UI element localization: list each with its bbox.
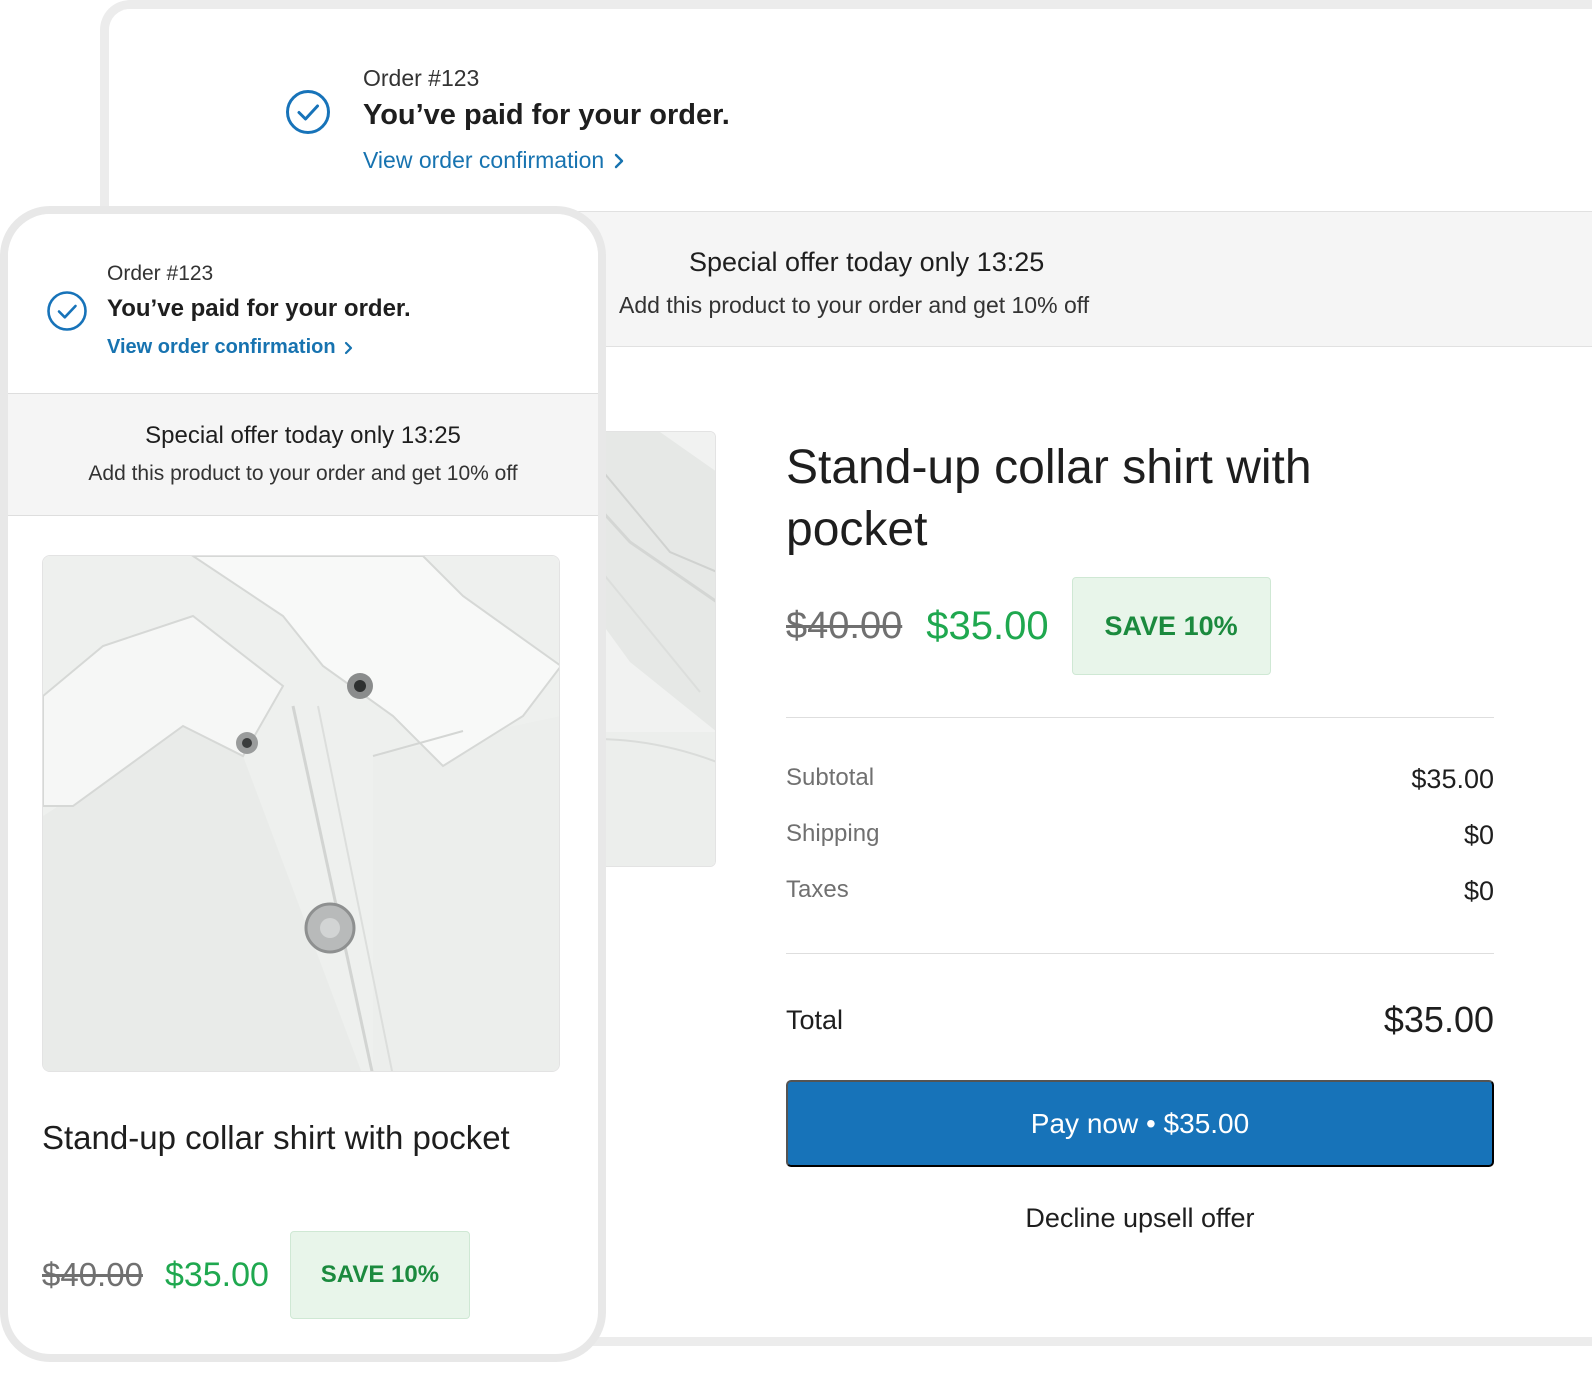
view-order-confirmation-link[interactable]: View order confirmation [363, 147, 624, 174]
product-image [42, 555, 560, 1072]
divider [786, 717, 1494, 718]
order-number: Order #123 [363, 65, 480, 91]
save-badge: SAVE 10% [1071, 577, 1271, 675]
decline-upsell-link[interactable]: Decline upsell offer [786, 1203, 1494, 1234]
subtotal-label: Subtotal [786, 764, 875, 791]
subtotal-value: $35.00 [1411, 764, 1494, 794]
price-row: $40.00 $35.00 SAVE 10% [786, 577, 1271, 675]
total-label: Total [786, 1004, 844, 1035]
original-price: $40.00 [786, 604, 903, 647]
shipping-label: Shipping [786, 820, 880, 847]
paid-message: You’ve paid for your order. [363, 99, 730, 131]
product-title: Stand-up collar shirt with pocket [786, 441, 1312, 556]
product-title: Stand-up collar shirt with pocket [42, 1119, 510, 1156]
taxes-value: $0 [1463, 876, 1494, 906]
paid-message: You’ve paid for your order. [107, 295, 411, 322]
total-value: $35.00 [1383, 999, 1494, 1040]
check-circle-icon [286, 90, 330, 134]
view-order-confirmation-link[interactable]: View order confirmation [107, 336, 353, 359]
divider [786, 953, 1494, 954]
offer-subtitle: Add this product to your order and get 1… [619, 292, 1090, 318]
save-badge: SAVE 10% [289, 1231, 470, 1319]
taxes-row: Taxes $0 [786, 876, 1494, 907]
order-number: Order #123 [107, 262, 214, 285]
shipping-row: Shipping $0 [786, 820, 1494, 851]
sale-price: $35.00 [926, 603, 1049, 648]
order-status-header: Order #123 You’ve paid for your order. V… [109, 9, 1592, 212]
chevron-right-icon [344, 341, 352, 354]
offer-title: Special offer today only 13:25 [689, 247, 1045, 277]
mobile-view: Order #123 You’ve paid for your order. V… [0, 206, 606, 1362]
total-row: Total $35.00 [786, 999, 1494, 1041]
link-label: View order confirmation [107, 336, 336, 358]
sale-price: $35.00 [164, 1255, 269, 1294]
order-status-header: Order #123 You’ve paid for your order. V… [8, 214, 598, 394]
check-circle-icon [47, 291, 87, 331]
shipping-value: $0 [1463, 820, 1494, 850]
chevron-right-icon [614, 153, 624, 168]
offer-title: Special offer today only 13:25 [145, 422, 461, 449]
taxes-label: Taxes [786, 876, 849, 903]
pay-now-button[interactable]: Pay now • $35.00 [786, 1080, 1494, 1167]
subtotal-row: Subtotal $35.00 [786, 764, 1494, 795]
offer-subtitle: Add this product to your order and get 1… [88, 462, 518, 485]
link-label: View order confirmation [363, 147, 605, 173]
price-row: $40.00 $35.00 SAVE 10% [42, 1231, 470, 1319]
special-offer-banner: Special offer today only 13:25 Add this … [8, 394, 598, 516]
original-price: $40.00 [42, 1256, 143, 1293]
